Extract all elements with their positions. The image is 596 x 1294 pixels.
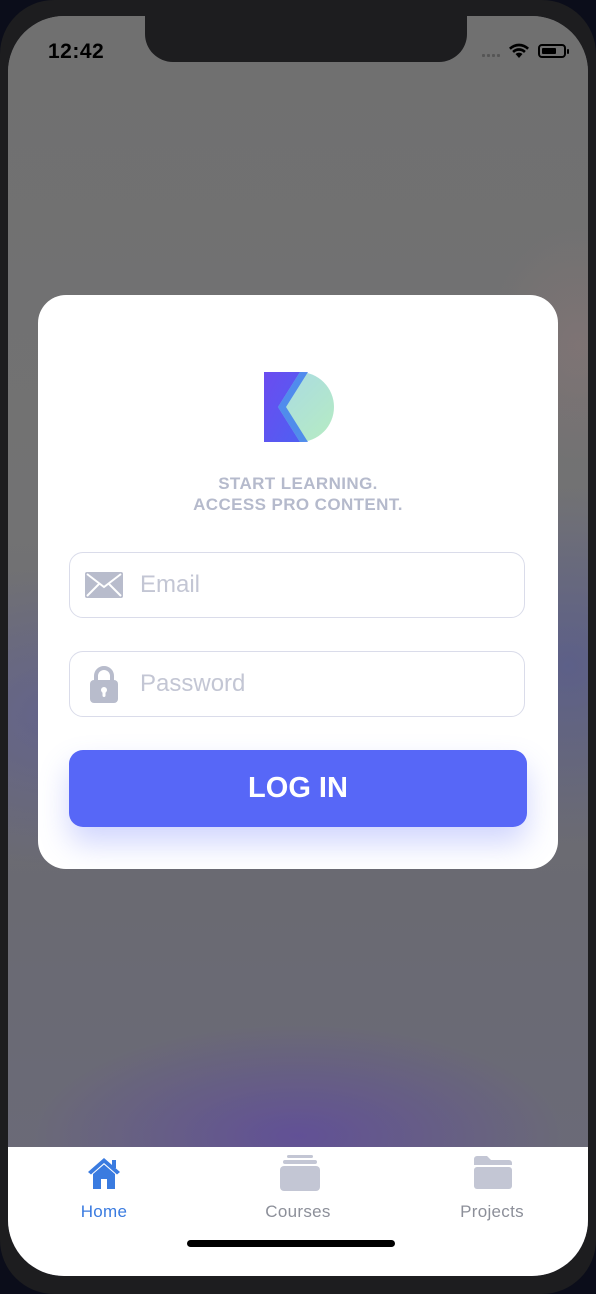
tagline-line-1: START LEARNING. xyxy=(218,474,378,493)
device-frame: 12:42 START LEARNING. ACCESS PRO CONTENT… xyxy=(0,0,596,1294)
login-button[interactable]: LOG IN xyxy=(69,750,527,827)
folder-icon xyxy=(474,1155,512,1191)
password-field[interactable] xyxy=(69,651,525,717)
home-icon xyxy=(86,1155,122,1191)
envelope-icon xyxy=(84,565,124,605)
lock-icon xyxy=(84,664,124,704)
tab-courses[interactable]: Courses xyxy=(228,1147,368,1227)
tab-projects-label: Projects xyxy=(460,1202,524,1221)
status-time: 12:42 xyxy=(48,40,105,63)
email-input[interactable] xyxy=(138,570,502,600)
home-indicator[interactable] xyxy=(187,1240,395,1247)
tab-projects[interactable]: Projects xyxy=(422,1147,562,1227)
wifi-icon xyxy=(509,43,529,58)
courses-icon xyxy=(280,1155,320,1191)
tab-home[interactable]: Home xyxy=(34,1147,174,1227)
tab-courses-label: Courses xyxy=(265,1202,331,1221)
device-notch xyxy=(145,16,467,62)
password-input[interactable] xyxy=(138,669,502,699)
cellular-signal-icon xyxy=(482,45,500,57)
app-logo-icon xyxy=(264,372,334,442)
tab-bar: Home Courses Projects xyxy=(8,1147,588,1276)
battery-icon xyxy=(538,44,569,58)
tagline: START LEARNING. ACCESS PRO CONTENT. xyxy=(38,473,558,515)
tab-home-label: Home xyxy=(80,1202,128,1221)
tagline-line-2: ACCESS PRO CONTENT. xyxy=(193,495,403,514)
login-card: START LEARNING. ACCESS PRO CONTENT. Emai… xyxy=(38,295,558,869)
app-screen: 12:42 START LEARNING. ACCESS PRO CONTENT… xyxy=(8,16,588,1276)
email-field[interactable] xyxy=(69,552,525,618)
status-indicators xyxy=(482,43,569,59)
